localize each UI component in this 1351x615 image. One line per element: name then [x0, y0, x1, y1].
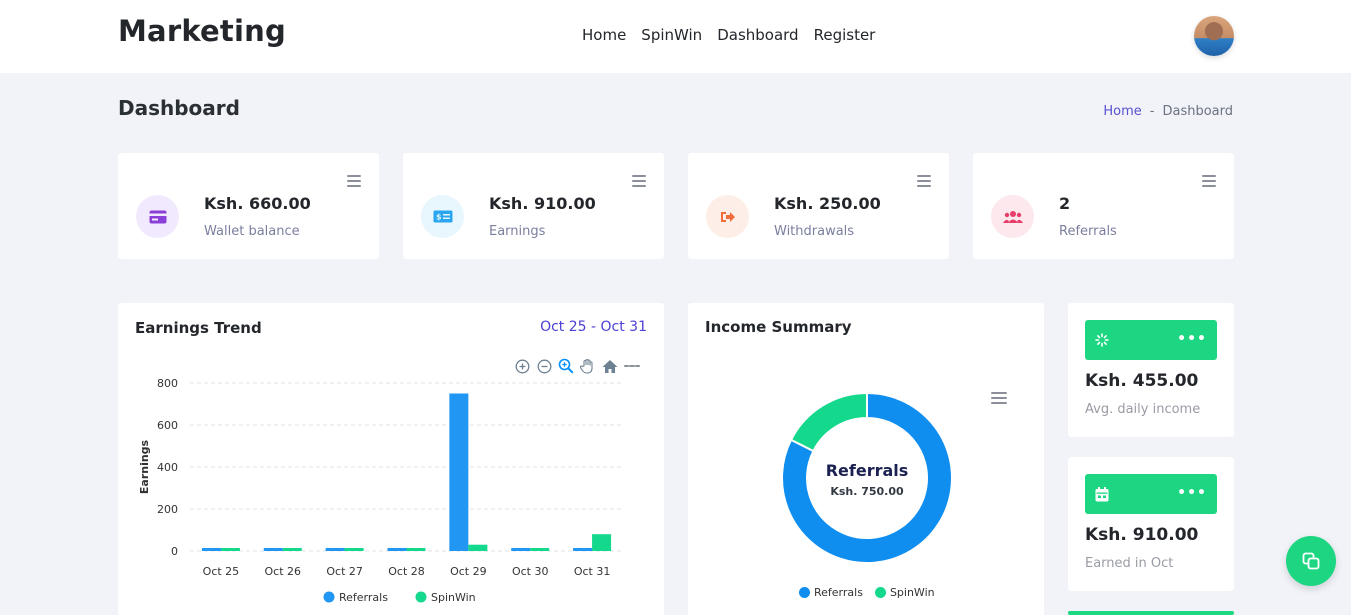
mini-card-label: Earned in Oct	[1085, 556, 1174, 571]
svg-text:$: $	[436, 213, 442, 222]
legend-marker[interactable]	[415, 591, 427, 603]
legend-item-spinwin[interactable]: SpinWin	[874, 586, 935, 599]
bar-spinwin-oct-27[interactable]	[344, 548, 364, 551]
stat-card-wallet: Ksh. 660.00 Wallet balance	[118, 153, 379, 259]
y-tick-label: 800	[157, 377, 178, 390]
bar-spinwin-oct-29[interactable]	[468, 544, 488, 551]
hamburger-menu-icon[interactable]	[632, 175, 646, 190]
y-tick-label: 400	[157, 461, 178, 474]
earnings-trend-card: Earnings Trend Oct 25 - Oct 31 0 200 400 60…	[118, 303, 664, 615]
legend-marker	[874, 587, 886, 598]
top-navbar: Marketing Home SpinWin Dashboard Registe…	[0, 0, 1351, 73]
mini-card-value: Ksh. 910.00	[1085, 525, 1199, 545]
bar-spinwin-oct-25[interactable]	[220, 548, 240, 551]
earned-in-month-card: ••• Ksh. 910.00 Earned in Oct	[1068, 457, 1234, 591]
third-mini-card-edge	[1068, 611, 1234, 615]
legend-label: SpinWin	[889, 586, 935, 599]
mini-card-header: •••	[1085, 474, 1217, 514]
bar-spinwin-oct-26[interactable]	[282, 548, 302, 551]
users-icon	[991, 195, 1034, 238]
donut-center-name: Referrals	[825, 461, 909, 480]
bar-referrals-oct-28[interactable]	[387, 548, 407, 551]
stat-value: Ksh. 910.00	[489, 194, 596, 213]
y-tick-label: 200	[157, 503, 178, 516]
sign-out-icon	[706, 195, 749, 238]
brand-logo-text[interactable]: Marketing	[118, 14, 286, 48]
bar-referrals-oct-31[interactable]	[573, 548, 593, 551]
stat-card-earnings: $ Ksh. 910.00 Earnings	[403, 153, 664, 259]
legend-marker	[799, 587, 810, 598]
breadcrumb: Home - Dashboard	[1103, 104, 1233, 119]
legend-label[interactable]: Referrals	[339, 591, 388, 604]
legend-label[interactable]: SpinWin	[431, 591, 476, 604]
x-tick-label: Oct 27	[326, 565, 363, 578]
breadcrumb-current: Dashboard	[1162, 104, 1233, 119]
stat-label: Referrals	[1059, 224, 1117, 239]
more-options-icon[interactable]: •••	[1177, 486, 1207, 500]
x-tick-label: Oct 30	[512, 565, 549, 578]
bar-spinwin-oct-31[interactable]	[592, 534, 612, 551]
legend-item-referrals[interactable]: Referrals	[799, 586, 863, 599]
stat-value: Ksh. 660.00	[204, 194, 311, 213]
hamburger-menu-icon[interactable]	[1202, 175, 1216, 190]
wallet-icon	[136, 195, 179, 238]
page-title: Dashboard	[118, 96, 240, 120]
donut-legend: Referrals SpinWin	[799, 586, 935, 599]
avg-daily-income-card: ••• Ksh. 455.00 Avg. daily income	[1068, 303, 1234, 437]
bar-referrals-oct-26[interactable]	[263, 548, 283, 551]
x-tick-label: Oct 31	[574, 565, 611, 578]
nav-home-link[interactable]: Home	[582, 26, 626, 44]
stat-label: Wallet balance	[204, 224, 300, 239]
stat-value: 2	[1059, 194, 1071, 213]
calendar-icon	[1094, 486, 1110, 502]
hamburger-menu-icon[interactable]	[917, 175, 931, 190]
stat-card-withdrawals: Ksh. 250.00 Withdrawals	[688, 153, 949, 259]
spinner-icon	[1094, 332, 1110, 348]
x-tick-label: Oct 29	[450, 565, 487, 578]
y-tick-label: 0	[171, 545, 178, 558]
donut-center-label: Referrals Ksh. 750.00	[782, 461, 952, 498]
nav-register-link[interactable]: Register	[814, 26, 876, 44]
mini-card-label: Avg. daily income	[1085, 402, 1201, 417]
donut-slice-spinwin[interactable]	[789, 391, 868, 453]
user-avatar[interactable]	[1194, 16, 1234, 56]
y-tick-label: 600	[157, 419, 178, 432]
donut-center-value: Ksh. 750.00	[830, 485, 904, 498]
mini-card-value: Ksh. 455.00	[1085, 371, 1199, 391]
mini-card-header: •••	[1085, 320, 1217, 360]
bar-referrals-oct-25[interactable]	[201, 548, 221, 551]
bar-referrals-oct-27[interactable]	[325, 548, 345, 551]
x-tick-label: Oct 25	[203, 565, 240, 578]
legend-marker[interactable]	[323, 591, 335, 603]
breadcrumb-separator: -	[1149, 104, 1155, 119]
nav-spinwin-link[interactable]: SpinWin	[641, 26, 702, 44]
money-icon: $	[421, 195, 464, 238]
stat-value: Ksh. 250.00	[774, 194, 881, 213]
more-options-icon[interactable]: •••	[1177, 332, 1207, 346]
main-nav: Home SpinWin Dashboard Register	[582, 26, 875, 44]
stat-label: Withdrawals	[774, 224, 855, 239]
stat-label: Earnings	[489, 224, 546, 239]
stat-card-referrals: 2 Referrals	[973, 153, 1234, 259]
bar-referrals-oct-30[interactable]	[511, 548, 531, 551]
breadcrumb-home-link[interactable]: Home	[1103, 104, 1141, 119]
legend-label: Referrals	[814, 586, 863, 599]
nav-dashboard-link[interactable]: Dashboard	[717, 26, 798, 44]
bar-spinwin-oct-30[interactable]	[530, 548, 550, 551]
donut-menu-icon[interactable]	[991, 392, 1007, 407]
income-summary-title: Income Summary	[705, 318, 852, 336]
hamburger-menu-icon[interactable]	[347, 175, 361, 190]
copy-fab-button[interactable]	[1286, 536, 1336, 586]
y-axis-label: Earnings	[138, 439, 151, 494]
earnings-bar-chart: 0 200 400 600 800 Earnings Oct 25 Oct 26 Oct 27 O…	[138, 377, 623, 604]
income-summary-card: Income Summary Referrals Ksh. 750.00 Ref…	[688, 303, 1044, 615]
donut-chart: Referrals Ksh. 750.00	[781, 391, 953, 564]
bar-referrals-oct-29[interactable]	[449, 393, 469, 552]
x-tick-label: Oct 28	[388, 565, 425, 578]
copy-icon	[1301, 551, 1321, 571]
x-tick-label: Oct 26	[265, 565, 302, 578]
bar-spinwin-oct-28[interactable]	[406, 548, 426, 551]
